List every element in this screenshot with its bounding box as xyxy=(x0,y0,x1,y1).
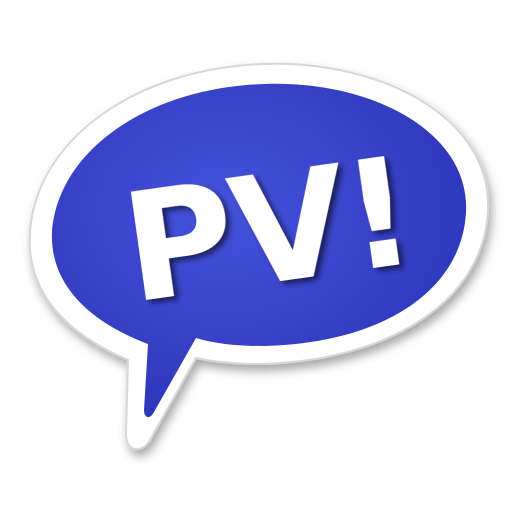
speech-bubble-icon: PV! xyxy=(28,62,490,450)
app-icon: PV! xyxy=(0,0,512,512)
